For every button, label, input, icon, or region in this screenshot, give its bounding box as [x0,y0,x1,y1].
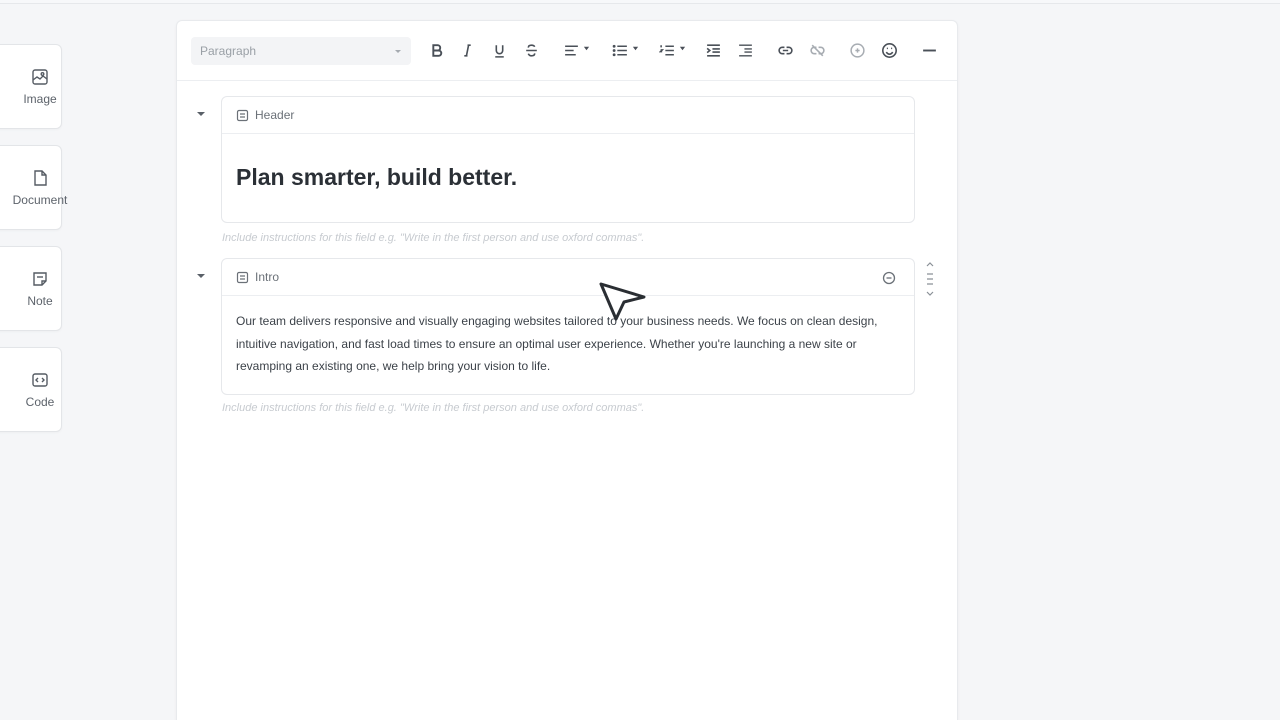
remove-field-icon[interactable] [882,271,896,285]
drag-handle-icon[interactable] [923,261,937,297]
palette-block-code[interactable]: Code [0,347,62,432]
intro-field-head: Intro [222,259,914,296]
intro-field: Intro Our team delivers responsive and v… [221,258,915,395]
bullet-list-icon [612,44,627,56]
chevron-down-icon [583,46,590,51]
outdent-icon [738,43,752,57]
strikethrough-icon [525,43,537,57]
horizontal-rule-button[interactable] [918,39,940,61]
circle-add-icon [849,42,865,58]
chevron-down-icon [395,50,401,53]
numbered-list-button[interactable] [656,39,686,61]
italic-button[interactable] [456,39,478,61]
insert-block-button[interactable] [846,39,868,61]
header-field: Header Plan smarter, build better. [221,96,915,223]
formatting-toolbar: Paragraph [177,21,957,81]
header-field-title: Header [255,108,295,122]
strikethrough-button[interactable] [520,39,542,61]
underline-icon [494,44,504,58]
emoji-button[interactable] [878,39,900,61]
horizontal-rule-icon [922,49,936,51]
palette-block-label: Note [27,293,53,308]
editor-card: Paragraph Header Plan smarter, build bet… [176,20,958,720]
intro-field-content[interactable]: Our team delivers responsive and visuall… [236,296,900,394]
bold-icon [431,43,442,57]
image-icon [32,68,48,85]
paragraph-style-select[interactable]: Paragraph [191,37,411,65]
italic-icon [463,43,471,57]
indent-button[interactable] [702,39,724,61]
collapse-header-icon[interactable] [196,110,206,118]
palette-block-note[interactable]: Note [0,246,62,331]
document-icon [34,169,47,186]
text-align-button[interactable] [560,39,590,61]
intro-field-title: Intro [255,270,280,284]
outdent-button[interactable] [734,39,756,61]
underline-button[interactable] [488,39,510,61]
palette-block-document[interactable]: Document [0,145,67,230]
paragraph-style-value: Paragraph [200,44,257,58]
unlink-button[interactable] [806,39,828,61]
palette-block-label: Code [25,394,55,409]
chevron-down-icon [679,46,686,51]
field-type-icon [236,271,249,283]
bullet-list-button[interactable] [609,39,639,61]
palette-block-label: Image [23,91,57,106]
bold-button[interactable] [425,39,447,61]
header-field-content[interactable]: Plan smarter, build better. [236,134,900,222]
emoji-icon [881,42,897,58]
header-instructions-input[interactable]: Include instructions for this field e.g.… [222,232,644,244]
unlink-icon [809,44,825,56]
field-type-icon [236,109,249,121]
indent-icon [706,43,720,57]
palette-block-label: Document [12,192,68,207]
intro-instructions-input[interactable]: Include instructions for this field e.g.… [222,402,644,414]
header-field-head: Header [222,97,914,134]
note-icon [33,271,47,286]
link-icon [777,46,793,54]
chevron-down-icon [632,46,639,51]
palette-block-image[interactable]: Image [0,44,62,129]
collapse-intro-icon[interactable] [196,272,206,280]
code-icon [32,372,48,387]
align-left-icon [564,44,578,56]
numbered-list-icon [658,44,674,56]
insert-link-button[interactable] [774,39,796,61]
top-border [0,0,1280,4]
